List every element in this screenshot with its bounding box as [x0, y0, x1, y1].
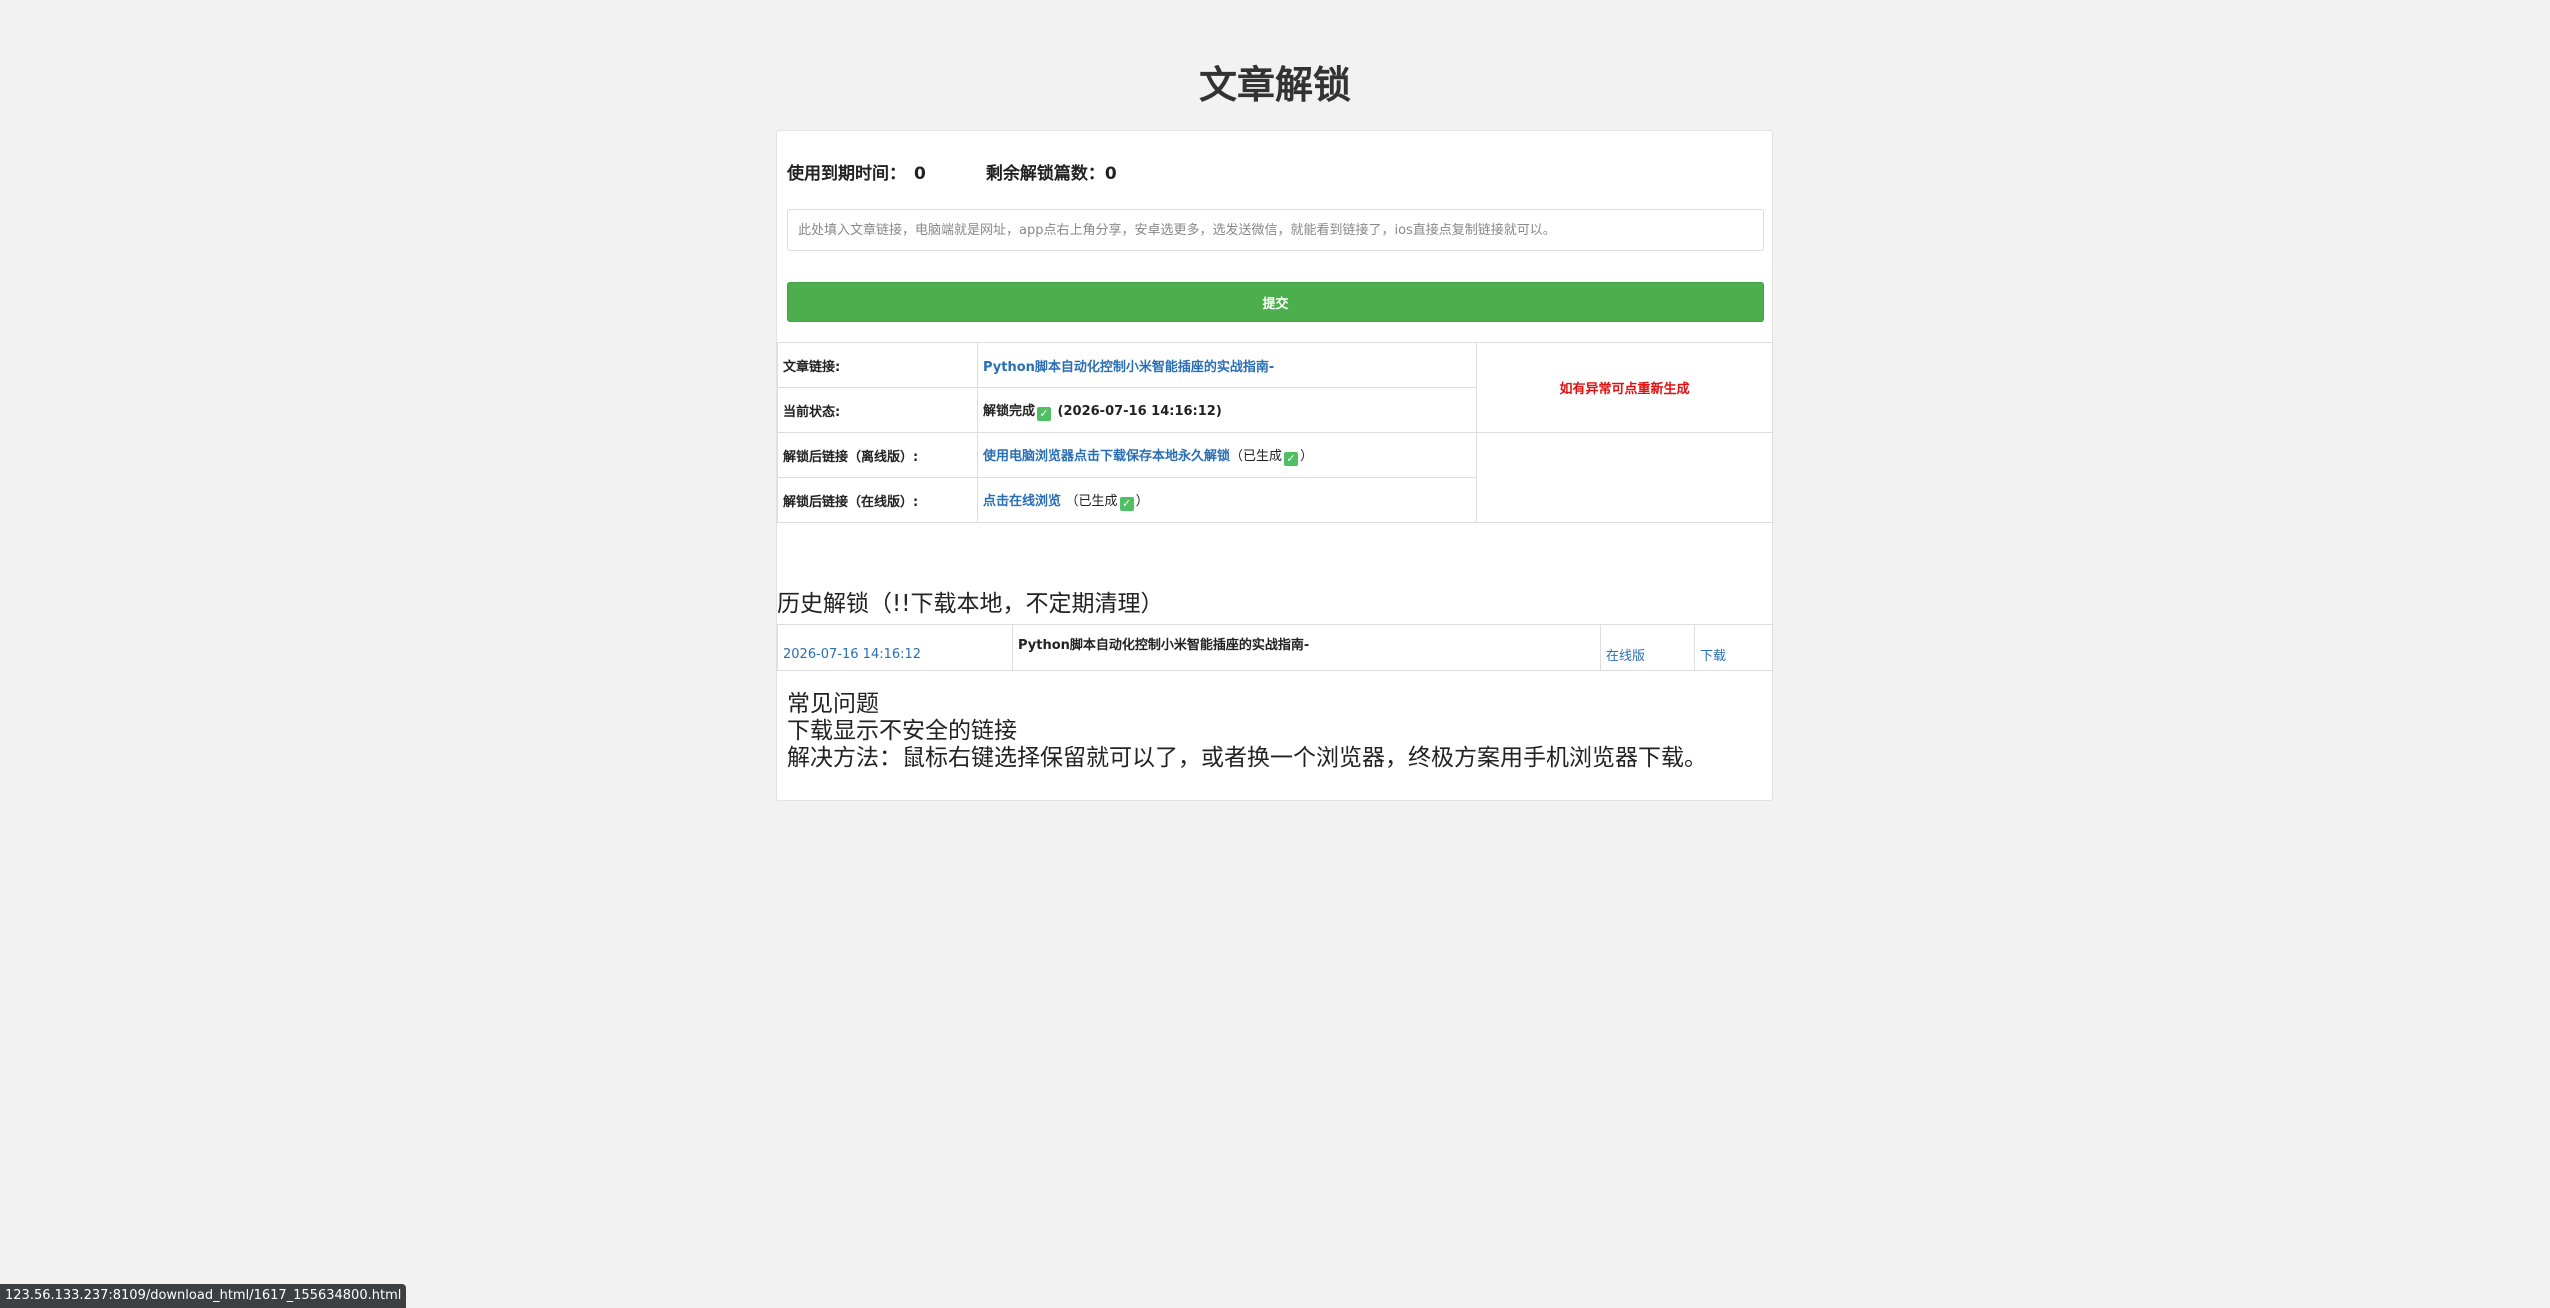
unlock-result-table: 文章链接: Python脚本自动化控制小米智能插座的实战指南- 如有异常可点重新…: [777, 342, 1773, 523]
empty-cell: [1476, 432, 1773, 523]
history-title: 历史解锁（!!下载本地，不定期清理）: [777, 591, 1164, 617]
history-download-link[interactable]: 下载: [1700, 649, 1726, 664]
history-time-link[interactable]: 2026-07-16 14:16:12: [783, 647, 921, 662]
offline-generated-open: （已生成: [1230, 448, 1283, 464]
expire-stat: 使用到期时间： 0: [787, 159, 926, 184]
status-cell: 解锁完成 ✓ (2026-07-16 14:16:12): [977, 387, 1477, 433]
status-text: 解锁完成: [983, 403, 1036, 419]
history-download-cell: 下载: [1694, 624, 1773, 671]
history-online-cell: 在线版: [1600, 624, 1695, 671]
article-link-input[interactable]: [787, 209, 1764, 251]
history-online-link[interactable]: 在线版: [1606, 649, 1645, 664]
online-view-link[interactable]: 点击在线浏览: [983, 494, 1061, 509]
unlock-panel: 使用到期时间：0 剩余解锁篇数：0 提交 文章链接: Python脚本自动化控制…: [776, 130, 1773, 801]
history-article-title: Python脚本自动化控制小米智能插座的实战指南-: [1012, 624, 1601, 671]
remaining-label: 剩余解锁篇数：: [985, 164, 1105, 184]
result-row-article: 文章链接: Python脚本自动化控制小米智能插座的实战指南- 如有异常可点重新…: [777, 342, 1773, 433]
faq-section: 常见问题 下载显示不安全的链接 解决方法：鼠标右键选择保留就可以了，或者换一个浏…: [787, 691, 1707, 772]
check-icon: ✓: [1119, 496, 1134, 511]
online-link-cell: 点击在线浏览 （已生成 ✓）: [977, 477, 1477, 523]
faq-heading: 常见问题: [787, 691, 879, 717]
expire-value: 0: [914, 164, 926, 184]
check-icon: ✓: [1284, 451, 1299, 466]
faq-question: 下载显示不安全的链接: [787, 718, 1017, 744]
article-link-label: 文章链接:: [777, 342, 978, 388]
remaining-value: 0: [1104, 164, 1117, 184]
online-generated-close: ）: [1135, 493, 1149, 509]
history-time-cell: 2026-07-16 14:16:12: [777, 624, 1013, 671]
submit-button[interactable]: 提交: [787, 282, 1764, 322]
faq-answer: 解决方法：鼠标右键选择保留就可以了，或者换一个浏览器，终极方案用手机浏览器下载。: [787, 745, 1707, 771]
online-generated-open: （已生成: [1065, 493, 1118, 509]
regenerate-link[interactable]: 如有异常可点重新生成: [1559, 382, 1689, 397]
remaining-stat: 剩余解锁篇数：0: [986, 159, 1117, 184]
offline-download-link[interactable]: 使用电脑浏览器点击下载保存本地永久解锁: [983, 449, 1230, 464]
status-time: (2026-07-16 14:16:12): [1057, 403, 1222, 419]
offline-link-cell: 使用电脑浏览器点击下载保存本地永久解锁（已生成 ✓）: [977, 432, 1477, 478]
account-stats: 使用到期时间： 0 剩余解锁篇数：0: [787, 159, 1117, 184]
browser-status-url: 123.56.133.237:8109/download_html/1617_1…: [0, 1284, 407, 1308]
result-row-offline: 解锁后链接（离线版）: 使用电脑浏览器点击下载保存本地永久解锁（已生成 ✓）: [777, 432, 1773, 523]
offline-link-label: 解锁后链接（离线版）:: [777, 432, 978, 478]
article-link[interactable]: Python脚本自动化控制小米智能插座的实战指南-: [983, 360, 1274, 375]
article-link-cell: Python脚本自动化控制小米智能插座的实战指南-: [977, 342, 1477, 388]
offline-generated-close: ）: [1300, 448, 1314, 464]
history-table: 2026-07-16 14:16:12 Python脚本自动化控制小米智能插座的…: [777, 624, 1773, 671]
expire-label: 使用到期时间：: [787, 164, 906, 184]
history-row: 2026-07-16 14:16:12 Python脚本自动化控制小米智能插座的…: [777, 624, 1773, 671]
page-title: 文章解锁: [1198, 63, 1351, 107]
online-link-label: 解锁后链接（在线版）:: [777, 477, 978, 523]
regenerate-cell: 如有异常可点重新生成: [1476, 342, 1773, 433]
status-label: 当前状态:: [777, 387, 978, 433]
check-icon: ✓: [1037, 406, 1052, 421]
